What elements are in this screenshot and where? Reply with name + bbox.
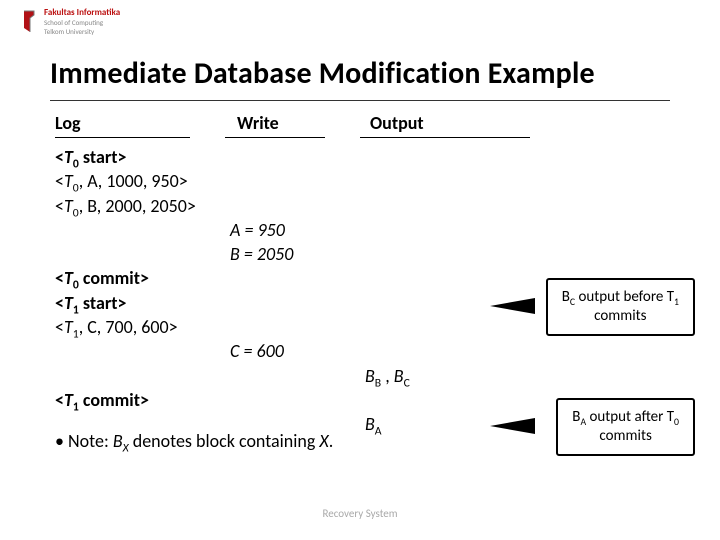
logo-text-block: Fakultas Informatika School of Computing…: [44, 8, 120, 36]
header-output: Output: [370, 112, 424, 134]
header-write: Write: [237, 112, 279, 134]
underline-log: [55, 137, 190, 138]
log-line-5: <T1 start>: [55, 291, 410, 315]
callout-after-commit: BA output after T0commits: [556, 398, 695, 456]
log-line-6: <T1, C, 700, 600>: [55, 315, 410, 339]
output-line-1: BB , BC: [365, 364, 410, 388]
arrow-icon: [490, 298, 535, 314]
header-log: Log: [55, 112, 81, 134]
logo-title: Fakultas Informatika: [44, 8, 120, 18]
write-line-1: A = 950: [230, 218, 410, 242]
underline-write: [225, 137, 325, 138]
output-line-2: BA: [365, 412, 410, 436]
log-line-3: <T0, B, 2000, 2050>: [55, 194, 410, 218]
university-logo: Fakultas Informatika School of Computing…: [20, 8, 120, 36]
log-line-1: <T0 start>: [55, 145, 410, 169]
underline-output: [360, 137, 530, 138]
callout-before-commit: BC output before T1commits: [546, 278, 695, 336]
slide-title: Immediate Database Modification Example: [50, 55, 595, 92]
log-line-4: <T0 commit>: [55, 266, 410, 290]
log-line-7: <T1 commit>: [55, 388, 410, 412]
write-line-3: C = 600: [230, 339, 410, 363]
content-body: <T0 start> <T0, A, 1000, 950> <T0, B, 20…: [55, 145, 410, 437]
footer-text: Recovery System: [0, 507, 720, 520]
logo-sub1: School of Computing: [44, 18, 120, 27]
logo-sub2: Telkom University: [44, 27, 120, 36]
logo-mark-icon: [20, 9, 38, 35]
write-line-2: B = 2050: [230, 242, 410, 266]
arrow-icon: [490, 418, 535, 434]
title-rule: [50, 100, 670, 101]
log-line-2: <T0, A, 1000, 950>: [55, 169, 410, 193]
note-line: • Note: BX denotes block containing X.: [55, 430, 333, 452]
